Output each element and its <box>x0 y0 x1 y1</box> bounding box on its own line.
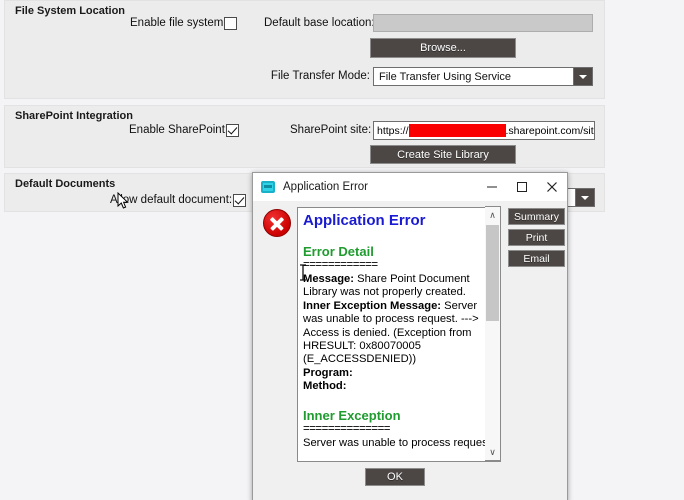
ok-button[interactable]: OK <box>365 468 425 486</box>
email-button[interactable]: Email <box>508 250 565 267</box>
sharepoint-site-prefix: https:// <box>377 124 409 137</box>
label-default-base-location: Default base location: <box>264 17 375 29</box>
minimize-icon[interactable] <box>477 173 507 201</box>
close-icon[interactable] <box>537 173 567 201</box>
maximize-icon[interactable] <box>507 173 537 201</box>
browse-button[interactable]: Browse... <box>370 38 516 58</box>
error-message-block: Message: Share Point Document Library wa… <box>303 273 496 300</box>
scroll-up-arrow-icon[interactable]: ∧ <box>485 207 500 223</box>
create-site-library-button[interactable]: Create Site Library <box>370 145 516 164</box>
dialog-title: Application Error <box>283 181 369 193</box>
error-detail-textarea[interactable]: Application Error Error Detail =========… <box>297 207 501 462</box>
label-allow-default-document: Allow default document: <box>110 194 233 206</box>
error-textarea-scrollbar[interactable]: ∧ ∨ <box>485 206 501 461</box>
checkbox-enable-file-system[interactable] <box>224 17 237 30</box>
label-file-transfer-mode: File Transfer Mode: <box>270 70 370 82</box>
redaction-block <box>408 124 506 137</box>
sharepoint-site-suffix: .sharepoint.com/sites/ <box>505 124 594 137</box>
chevron-down-icon-default-document[interactable] <box>575 189 594 206</box>
error-program-line: Program: <box>303 367 496 380</box>
scroll-down-arrow-icon[interactable]: ∨ <box>485 444 500 460</box>
error-detail-heading: Error Detail <box>303 244 374 259</box>
application-window-icon <box>261 181 275 193</box>
scrollbar-thumb[interactable] <box>486 225 499 321</box>
inner-exception-text: Server was unable to process request. <box>303 436 494 449</box>
error-message-label: Message: <box>303 273 354 285</box>
panel-title-default-documents: Default Documents <box>15 178 116 190</box>
error-spacer <box>303 394 496 408</box>
summary-button[interactable]: Summary <box>508 208 565 225</box>
checkbox-enable-sharepoint[interactable] <box>226 124 239 137</box>
error-circle-icon <box>263 209 291 237</box>
error-inner-label: Inner Exception Message: <box>303 299 442 312</box>
input-default-base-location[interactable] <box>373 14 593 32</box>
error-method-label: Method: <box>303 380 347 393</box>
window-controls <box>477 173 567 201</box>
inner-exception-heading: Inner Exception <box>303 407 401 423</box>
error-program-label: Program: <box>303 366 353 379</box>
checkbox-allow-default-document[interactable] <box>233 194 246 207</box>
input-sharepoint-site[interactable]: https:// .sharepoint.com/sites/ <box>373 121 595 140</box>
print-button[interactable]: Print <box>508 229 565 246</box>
panel-title-sharepoint: SharePoint Integration <box>15 110 133 122</box>
label-sharepoint-site: SharePoint site: <box>290 124 372 136</box>
label-enable-sharepoint: Enable SharePoint: <box>129 124 229 136</box>
error-heading: Application Error <box>303 212 426 229</box>
error-method-line: Method: <box>303 380 496 393</box>
error-inner-block: Inner Exception Message: Server was unab… <box>303 300 496 367</box>
error-detail-rule: ============ <box>303 259 378 271</box>
app-window: File System Location Enable file system:… <box>0 0 684 500</box>
chevron-down-icon[interactable] <box>573 68 592 85</box>
label-enable-file-system: Enable file system: <box>130 17 227 29</box>
dialog-title-bar[interactable]: Application Error <box>253 173 567 201</box>
panel-title-file-system: File System Location <box>15 5 126 17</box>
combo-file-transfer-mode[interactable]: File Transfer Using Service <box>373 67 593 86</box>
combo-file-transfer-mode-value: File Transfer Using Service <box>379 70 512 83</box>
inner-exception-rule: ============== <box>303 422 391 435</box>
